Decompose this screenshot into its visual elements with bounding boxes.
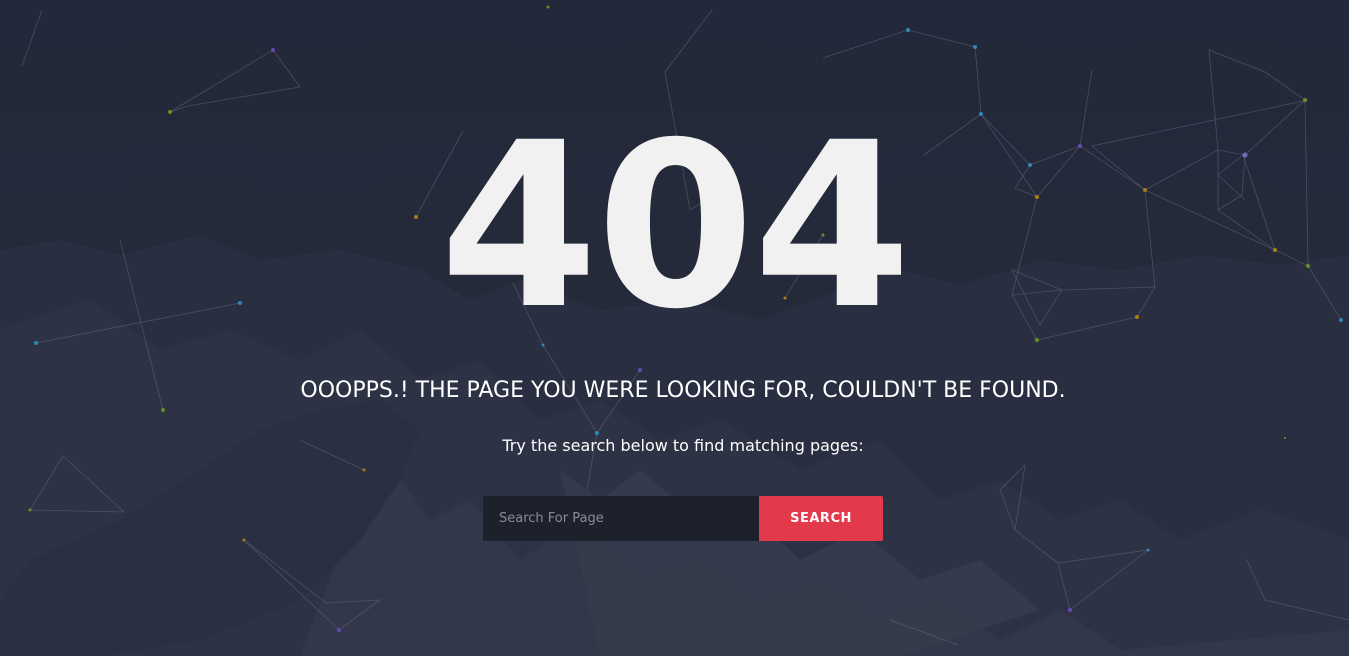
error-headline: OOOPPS.! THE PAGE YOU WERE LOOKING FOR, … [300,378,1066,403]
search-hint: Try the search below to find matching pa… [502,436,864,455]
search-form: SEARCH [483,496,883,541]
error-page: 404 OOOPPS.! THE PAGE YOU WERE LOOKING F… [0,0,1349,656]
error-code: 404 [439,93,912,359]
search-input[interactable] [483,496,759,541]
search-button[interactable]: SEARCH [759,496,883,541]
